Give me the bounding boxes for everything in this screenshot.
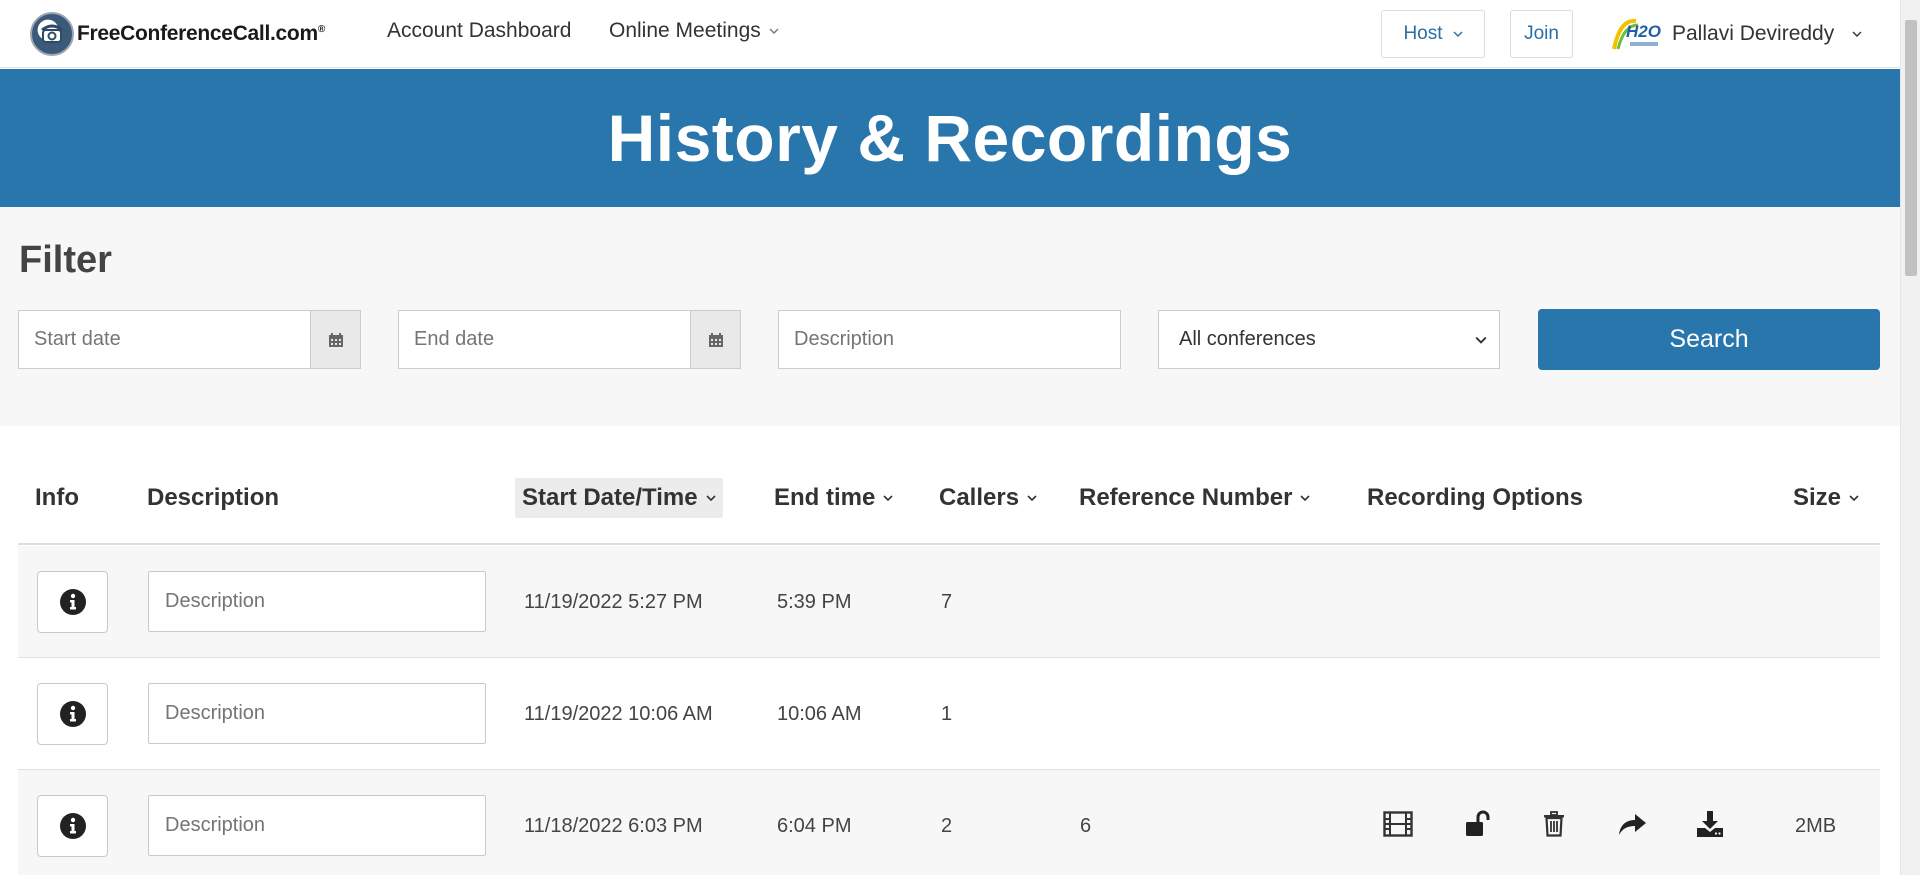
page-title: History & Recordings [607,101,1293,175]
column-header-recording: Recording Options [1367,484,1583,511]
conference-select-value: All conferences [1179,328,1316,350]
column-header-end-label: End time [774,484,876,511]
description-input[interactable]: Description [148,683,486,744]
user-name: Pallavi Devireddy [1672,22,1835,45]
nav-online-meetings-label: Online Meetings [609,19,761,42]
chevron-down-icon [769,28,779,34]
calendar-icon[interactable] [310,311,360,368]
callers-count: 7 [941,590,953,613]
host-button[interactable]: Host [1381,10,1485,58]
table-row: Description 11/19/2022 5:27 PM 5:39 PM 7 [18,546,1880,658]
info-button[interactable] [37,571,108,633]
join-button[interactable]: Join [1510,10,1573,58]
download-icon[interactable] [1693,807,1727,841]
column-header-start-label: Start Date/Time [522,484,698,511]
trash-icon[interactable] [1537,807,1571,841]
chevron-down-icon [1453,31,1463,37]
end-time: 5:39 PM [777,590,852,613]
search-button[interactable]: Search [1538,309,1880,370]
avatar: H2O [1610,15,1662,53]
callers-count: 1 [941,702,953,725]
film-icon[interactable] [1381,807,1415,841]
share-icon[interactable] [1615,807,1649,841]
column-header-info: Info [35,484,79,511]
chevron-down-icon [883,495,893,502]
logo-text: FreeConferenceCall.com® [77,22,325,45]
end-date-input[interactable]: End date [399,328,690,351]
filter-title: Filter [19,239,112,281]
chevron-down-icon [1027,495,1037,502]
host-label: Host [1403,23,1443,44]
column-header-start[interactable]: Start Date/Time [515,478,723,518]
start-datetime: 11/18/2022 6:03 PM [524,814,703,837]
description-filter-input[interactable]: Description [778,310,1121,369]
description-input[interactable]: Description [148,571,486,632]
info-button[interactable] [37,683,108,745]
svg-text:H2O: H2O [1626,22,1661,41]
table-row: Description 11/18/2022 6:03 PM 6:04 PM 2… [18,770,1880,875]
conference-select[interactable]: All conferences [1158,310,1500,369]
column-header-end[interactable]: End time [774,478,893,518]
column-header-reference-label: Reference Number [1079,484,1293,511]
end-time: 10:06 AM [777,702,862,725]
filter-panel: Filter Start date End date Description A… [0,207,1900,426]
description-input[interactable]: Description [148,795,486,856]
scrollbar-thumb[interactable] [1905,20,1917,276]
start-date-input[interactable]: Start date [19,328,310,351]
start-datetime: 11/19/2022 5:27 PM [524,590,703,613]
chevron-down-icon [1300,495,1310,502]
reference-number: 6 [1080,814,1092,837]
end-time: 6:04 PM [777,814,852,837]
end-date-field[interactable]: End date [398,310,741,369]
column-header-reference[interactable]: Reference Number [1079,478,1310,518]
page-scrollbar[interactable] [1900,0,1920,875]
top-navbar: FreeConferenceCall.com® Account Dashboar… [0,0,1900,68]
page-banner: History & Recordings [0,69,1900,207]
start-datetime: 11/19/2022 10:06 AM [524,702,713,725]
table-row: Description 11/19/2022 10:06 AM 10:06 AM… [18,658,1880,770]
chevron-down-icon [1475,336,1487,344]
chevron-down-icon [706,495,716,502]
column-header-description: Description [147,484,280,511]
column-header-callers[interactable]: Callers [939,478,1037,518]
column-header-size[interactable]: Size [1793,478,1859,518]
recording-size: 2MB [1795,814,1837,837]
description-filter-placeholder: Description [794,328,895,350]
logo[interactable]: FreeConferenceCall.com® [30,12,325,56]
nav-account-dashboard[interactable]: Account Dashboard [387,19,571,43]
table-header: Info Description Start Date/Time End tim… [18,468,1880,545]
user-menu[interactable]: H2O Pallavi Devireddy [1610,14,1862,54]
column-header-size-label: Size [1793,484,1842,511]
info-circle-icon [59,701,86,727]
nav-online-meetings[interactable]: Online Meetings [609,19,779,43]
callers-count: 2 [941,814,953,837]
start-date-field[interactable]: Start date [18,310,361,369]
calendar-icon[interactable] [690,311,740,368]
chevron-down-icon [1852,31,1862,37]
info-circle-icon [59,813,86,839]
unlock-icon[interactable] [1460,807,1494,841]
info-circle-icon [59,589,86,615]
column-header-callers-label: Callers [939,484,1020,511]
phone-logo-icon [30,12,74,56]
info-button[interactable] [37,795,108,857]
chevron-down-icon [1849,495,1859,502]
